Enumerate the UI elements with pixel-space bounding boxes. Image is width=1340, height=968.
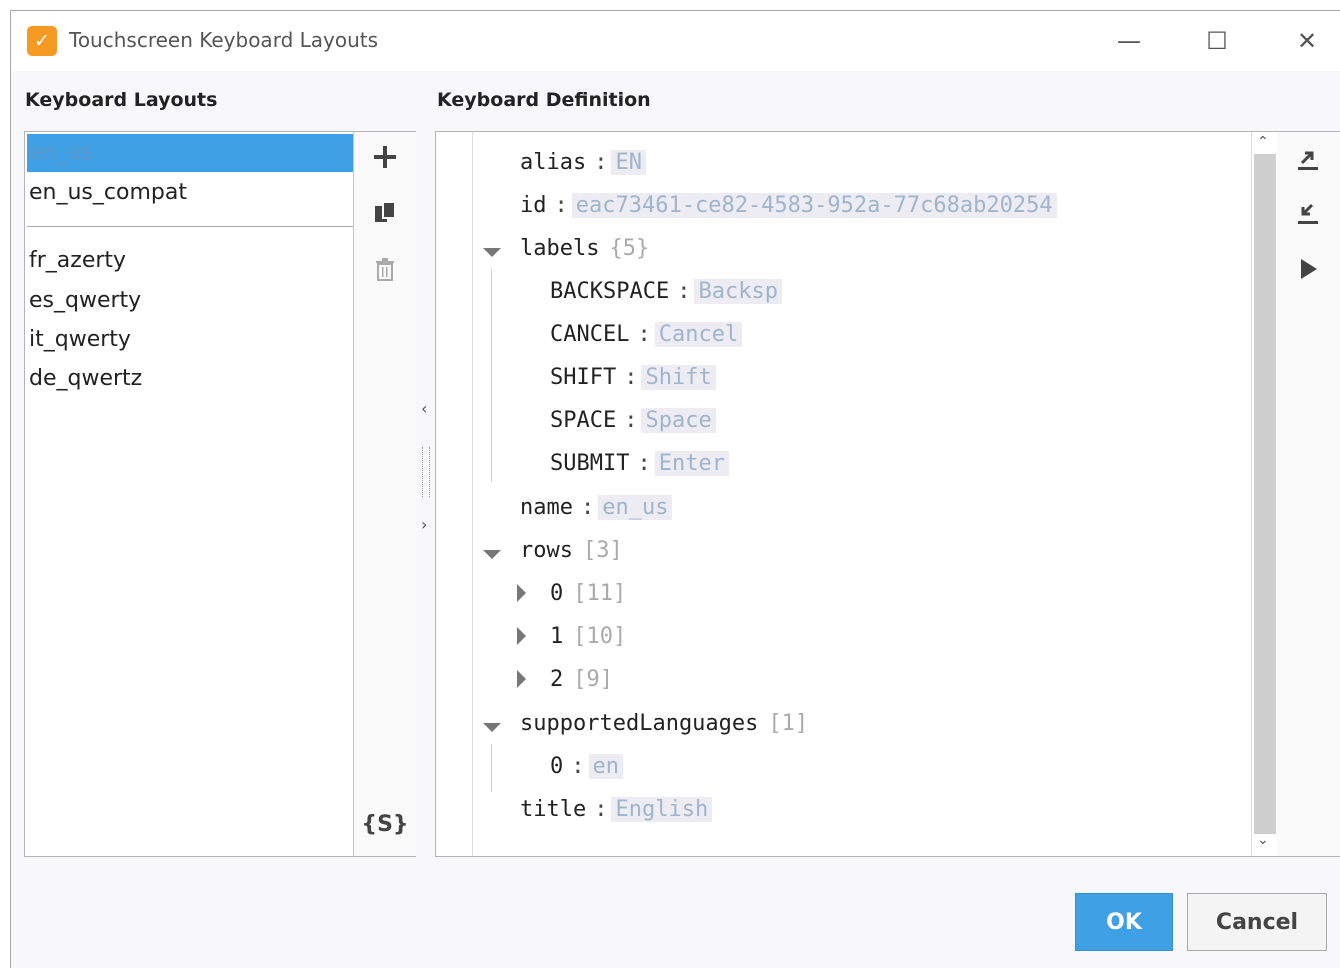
label-key: CANCEL xyxy=(550,322,630,347)
tree-node-row-0[interactable]: 0 [11] xyxy=(550,577,626,611)
layout-item-en-us[interactable]: en_us xyxy=(27,134,353,172)
keyboard-definition-heading: Keyboard Definition xyxy=(437,89,651,111)
window-title: Touchscreen Keyboard Layouts xyxy=(69,28,379,52)
row-count: [9] xyxy=(573,667,613,692)
trash-icon[interactable] xyxy=(354,256,416,286)
labels-key: labels xyxy=(520,236,600,261)
definition-panel: alias: EN id: eac73461-ce82-4583-952a-77c6… xyxy=(435,131,1279,857)
label-key: BACKSPACE xyxy=(550,279,670,304)
labels-count: {5} xyxy=(609,236,650,261)
title-key: title xyxy=(520,797,587,822)
lang-key: 0 xyxy=(550,754,564,779)
import-icon[interactable] xyxy=(1277,200,1339,230)
layouts-panel: en_us en_us_compat fr_azerty es_qwerty i… xyxy=(24,131,416,857)
id-value[interactable]: eac73461-ce82-4583-952a-77c68ab20254 xyxy=(571,193,1057,218)
minimize-button[interactable]: — xyxy=(1107,21,1151,61)
layout-item-de-qwertz[interactable]: de_qwertz xyxy=(27,360,353,398)
label-key: SUBMIT xyxy=(550,451,630,476)
rows-key: rows xyxy=(520,538,573,563)
collapse-arrow-icon[interactable] xyxy=(483,723,501,732)
label-key: SHIFT xyxy=(550,365,617,390)
tree-node-lang-0[interactable]: 0: en xyxy=(550,750,623,784)
alias-key: alias xyxy=(520,150,587,175)
tree-node-label-backspace[interactable]: BACKSPACE: Backsp xyxy=(550,275,782,309)
langs-key: supportedLanguages xyxy=(520,711,759,736)
layout-item-it-qwerty[interactable]: it_qwerty xyxy=(27,321,353,359)
script-button[interactable]: {S} xyxy=(354,812,416,837)
tree-node-row-1[interactable]: 1 [10] xyxy=(550,620,626,654)
scroll-up-icon[interactable]: ⌃ xyxy=(1257,134,1269,150)
name-key: name xyxy=(520,495,573,520)
label-value[interactable]: Backsp xyxy=(694,279,782,304)
tree-node-alias[interactable]: alias: EN xyxy=(520,146,646,180)
tree-node-name[interactable]: name: en_us xyxy=(520,491,673,525)
tree-node-label-cancel[interactable]: CANCEL: Cancel xyxy=(550,318,743,352)
tree-node-labels[interactable]: labels {5} xyxy=(520,232,649,266)
expand-arrow-icon[interactable] xyxy=(517,670,526,688)
row-count: [11] xyxy=(573,581,627,606)
close-button[interactable]: ✕ xyxy=(1285,21,1329,61)
vertical-scrollbar[interactable]: ⌃ ⌄ xyxy=(1251,132,1278,856)
maximize-button[interactable]: ☐ xyxy=(1195,21,1239,61)
play-icon[interactable] xyxy=(1277,256,1339,286)
title-value[interactable]: English xyxy=(611,797,713,822)
lang-value[interactable]: en xyxy=(588,754,623,779)
rows-count: [3] xyxy=(582,538,623,563)
tree-guide-line xyxy=(491,744,492,792)
layout-toolbar: {S} xyxy=(353,132,416,856)
layout-item-en-us-compat[interactable]: en_us_compat xyxy=(27,174,353,212)
tree-guide-line xyxy=(491,268,492,482)
plus-icon[interactable] xyxy=(354,144,416,174)
grip-icon xyxy=(422,447,430,497)
tree-node-label-submit[interactable]: SUBMIT: Enter xyxy=(550,447,729,481)
layout-divider xyxy=(27,226,353,227)
tree-node-supported-languages[interactable]: supportedLanguages [1] xyxy=(520,707,808,741)
tree-node-rows[interactable]: rows [3] xyxy=(520,534,623,568)
label-key: SPACE xyxy=(550,408,617,433)
layout-item-es-qwerty[interactable]: es_qwerty xyxy=(27,282,353,320)
label-value[interactable]: Enter xyxy=(654,451,729,476)
layout-item-fr-azerty[interactable]: fr_azerty xyxy=(27,242,353,280)
id-key: id xyxy=(520,193,547,218)
name-value[interactable]: en_us xyxy=(598,495,673,520)
tree-node-id[interactable]: id: eac73461-ce82-4583-952a-77c68ab20254 xyxy=(520,189,1057,223)
cancel-button[interactable]: Cancel xyxy=(1187,893,1327,951)
label-value[interactable]: Cancel xyxy=(654,322,743,347)
row-count: [10] xyxy=(573,624,627,649)
keyboard-layouts-heading: Keyboard Layouts xyxy=(25,89,218,111)
tree-node-row-2[interactable]: 2 [9] xyxy=(550,663,613,697)
layout-list[interactable]: en_us en_us_compat fr_azerty es_qwerty i… xyxy=(25,132,353,856)
row-key: 0 xyxy=(550,581,564,606)
scrollbar-thumb[interactable] xyxy=(1254,154,1276,834)
label-value[interactable]: Shift xyxy=(641,365,716,390)
dialog-window: ✓ Touchscreen Keyboard Layouts — ☐ ✕ Key… xyxy=(10,10,1340,968)
collapse-arrow-icon[interactable] xyxy=(483,550,501,559)
title-bar: ✓ Touchscreen Keyboard Layouts — ☐ ✕ xyxy=(11,11,1340,71)
label-value[interactable]: Space xyxy=(641,408,716,433)
expand-arrow-icon[interactable] xyxy=(517,584,526,602)
tree-gutter xyxy=(436,132,473,856)
langs-count: [1] xyxy=(768,711,809,736)
collapse-arrow-icon[interactable] xyxy=(483,248,501,257)
definition-toolbar xyxy=(1277,131,1340,857)
copy-icon[interactable] xyxy=(354,200,416,230)
tree-node-label-space[interactable]: SPACE: Space xyxy=(550,404,716,438)
tree-node-title[interactable]: title: English xyxy=(520,793,713,827)
export-icon[interactable] xyxy=(1277,146,1339,176)
expand-arrow-icon[interactable] xyxy=(517,627,526,645)
row-key: 2 xyxy=(550,667,564,692)
app-icon: ✓ xyxy=(27,26,57,56)
chevron-left-icon[interactable]: ‹ xyxy=(421,399,427,418)
ok-button[interactable]: OK xyxy=(1075,893,1173,951)
alias-value[interactable]: EN xyxy=(611,150,646,175)
chevron-right-icon[interactable]: › xyxy=(421,515,427,534)
tree-node-label-shift[interactable]: SHIFT: Shift xyxy=(550,361,716,395)
row-key: 1 xyxy=(550,624,564,649)
scroll-down-icon[interactable]: ⌄ xyxy=(1257,832,1269,848)
